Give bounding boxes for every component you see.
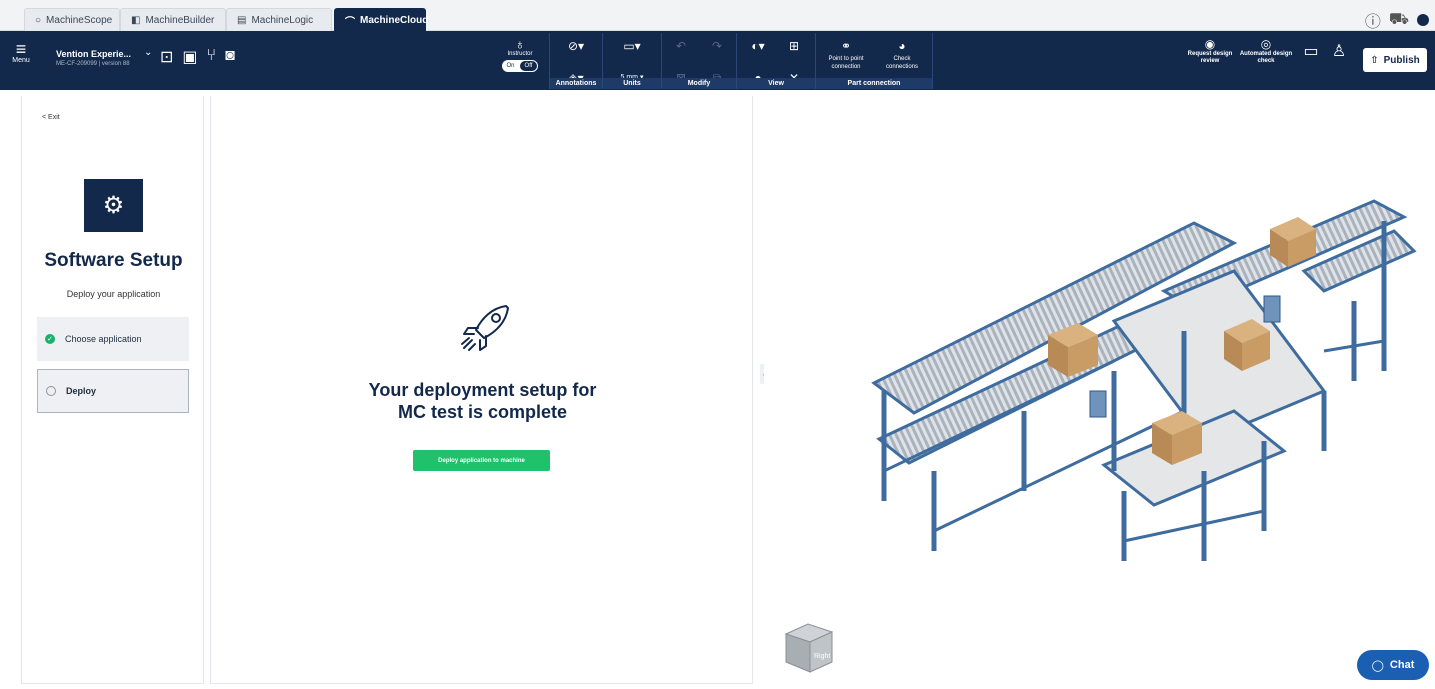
3d-viewport[interactable] (764, 91, 1435, 684)
review-icon: ◉ (1204, 37, 1216, 51)
exit-link[interactable]: < Exit (42, 114, 60, 121)
hamburger-icon: ≡ (15, 39, 27, 59)
view-group: ◐▾ ⊞ ● ✕ View (737, 33, 815, 89)
tab-machinebuilder[interactable]: ◧ MachineBuilder (120, 8, 226, 31)
link-icon: ⚭ (840, 39, 852, 53)
tab-machinescope[interactable]: ○ MachineScope (24, 8, 120, 31)
file-actions: ⊡ ▣ ⑂ ◙ (160, 47, 235, 67)
project-name: Vention Experie... (56, 49, 132, 59)
navigation-cube[interactable]: Right (778, 616, 840, 678)
modify-group: ↶ ↷ ⊠ ⧉ Modify (662, 33, 736, 89)
menu-button[interactable]: ≡ Menu (8, 39, 34, 64)
user-avatar[interactable] (1417, 14, 1429, 26)
panel-subtitle: Deploy your application (66, 289, 161, 299)
check-connections-button[interactable]: ◕ Check connections (877, 37, 927, 75)
panel-title: Software Setup (44, 250, 183, 271)
annotation-tag-icon[interactable]: ⊘▾ (565, 37, 587, 55)
tab-machinecloud[interactable]: ⌒ MachineCloud (334, 8, 428, 31)
cart-icon[interactable]: ⛟ (1389, 10, 1409, 30)
step-deploy[interactable]: Deploy (37, 369, 189, 413)
lightbulb-icon: ♁ (514, 36, 526, 52)
part-connection-group: ⚭ Point to point connection ◕ Check conn… (816, 33, 932, 89)
navcube-label: Right (814, 653, 830, 660)
check-icon: ✓ (45, 334, 55, 344)
annotations-group: ⊘▾ ◈▾ Annotations (550, 33, 602, 89)
cloud-icon: ⌒ (345, 16, 355, 28)
project-selector[interactable]: Vention Experie... ME-CF-209099 | versio… (56, 47, 152, 67)
completion-heading: Your deployment setup for MC test is com… (368, 380, 597, 422)
steps-panel: < Exit ⚙ Software Setup Deploy your appl… (21, 96, 204, 684)
units-group: ▭▾ 5 mm ▾ Units (603, 33, 661, 89)
publish-button[interactable]: ⇧ Publish (1363, 48, 1427, 72)
rocket-icon (461, 305, 509, 351)
comment-icon[interactable]: ▭ (1300, 44, 1322, 60)
help-icon[interactable]: ⓘ (1365, 8, 1381, 32)
conveyor-model (871, 199, 1417, 561)
tab-machinelogic[interactable]: ▤ MachineLogic (226, 8, 332, 31)
gear-icon: ⚙ (84, 179, 143, 232)
deploy-application-button[interactable]: Deploy application to machine (413, 450, 550, 471)
branch-icon[interactable]: ⑂ (207, 47, 217, 67)
chat-bubble-icon: ◯ (1371, 659, 1384, 672)
hierarchy-icon[interactable]: ⊞ (783, 37, 805, 55)
request-review-button[interactable]: ◉ Request design review (1180, 37, 1240, 65)
top-right-icons: ⓘ ⛟ (1365, 8, 1429, 32)
cube-icon: ◧ (131, 14, 141, 26)
deployment-panel: Your deployment setup for MC test is com… (210, 96, 753, 684)
radio-empty-icon (46, 386, 56, 396)
upload-icon: ⇧ (1370, 54, 1379, 66)
project-version: ME-CF-209099 | version 88 (56, 61, 130, 67)
step-choose-application[interactable]: ✓ Choose application (37, 317, 189, 361)
camera-icon[interactable]: ◙ (225, 47, 235, 67)
chat-button[interactable]: ◯ Chat (1357, 650, 1429, 680)
undo-icon[interactable]: ↶ (670, 37, 692, 55)
instructor-toggle[interactable]: ♁ Instructor On Off (500, 37, 540, 72)
add-user-icon[interactable]: ♙ (1326, 44, 1352, 60)
save-as-icon[interactable]: ▣ (182, 47, 197, 67)
automated-check-icon: ◎ (1260, 37, 1272, 51)
view-cube-icon[interactable]: ◐▾ (747, 37, 769, 55)
main-toolbar: ≡ Menu Vention Experie... ME-CF-209099 |… (0, 31, 1435, 90)
save-icon[interactable]: ⊡ (160, 47, 173, 67)
chevron-down-icon: ⌄ (144, 47, 153, 58)
circle-outline-icon: ○ (35, 14, 42, 26)
app-tab-bar: ○ MachineScope ◧ MachineBuilder ▤ MachineLo… (0, 0, 1435, 31)
units-ruler-icon[interactable]: ▭▾ (612, 37, 652, 55)
redo-icon[interactable]: ↷ (706, 37, 728, 55)
automated-check-button[interactable]: ◎ Automated design check (1238, 37, 1294, 65)
logic-icon: ▤ (237, 14, 247, 26)
instructor-switch[interactable]: On Off (502, 60, 538, 72)
check-circle-icon: ◕ (898, 39, 906, 53)
point-to-point-button[interactable]: ⚭ Point to point connection (821, 37, 871, 75)
